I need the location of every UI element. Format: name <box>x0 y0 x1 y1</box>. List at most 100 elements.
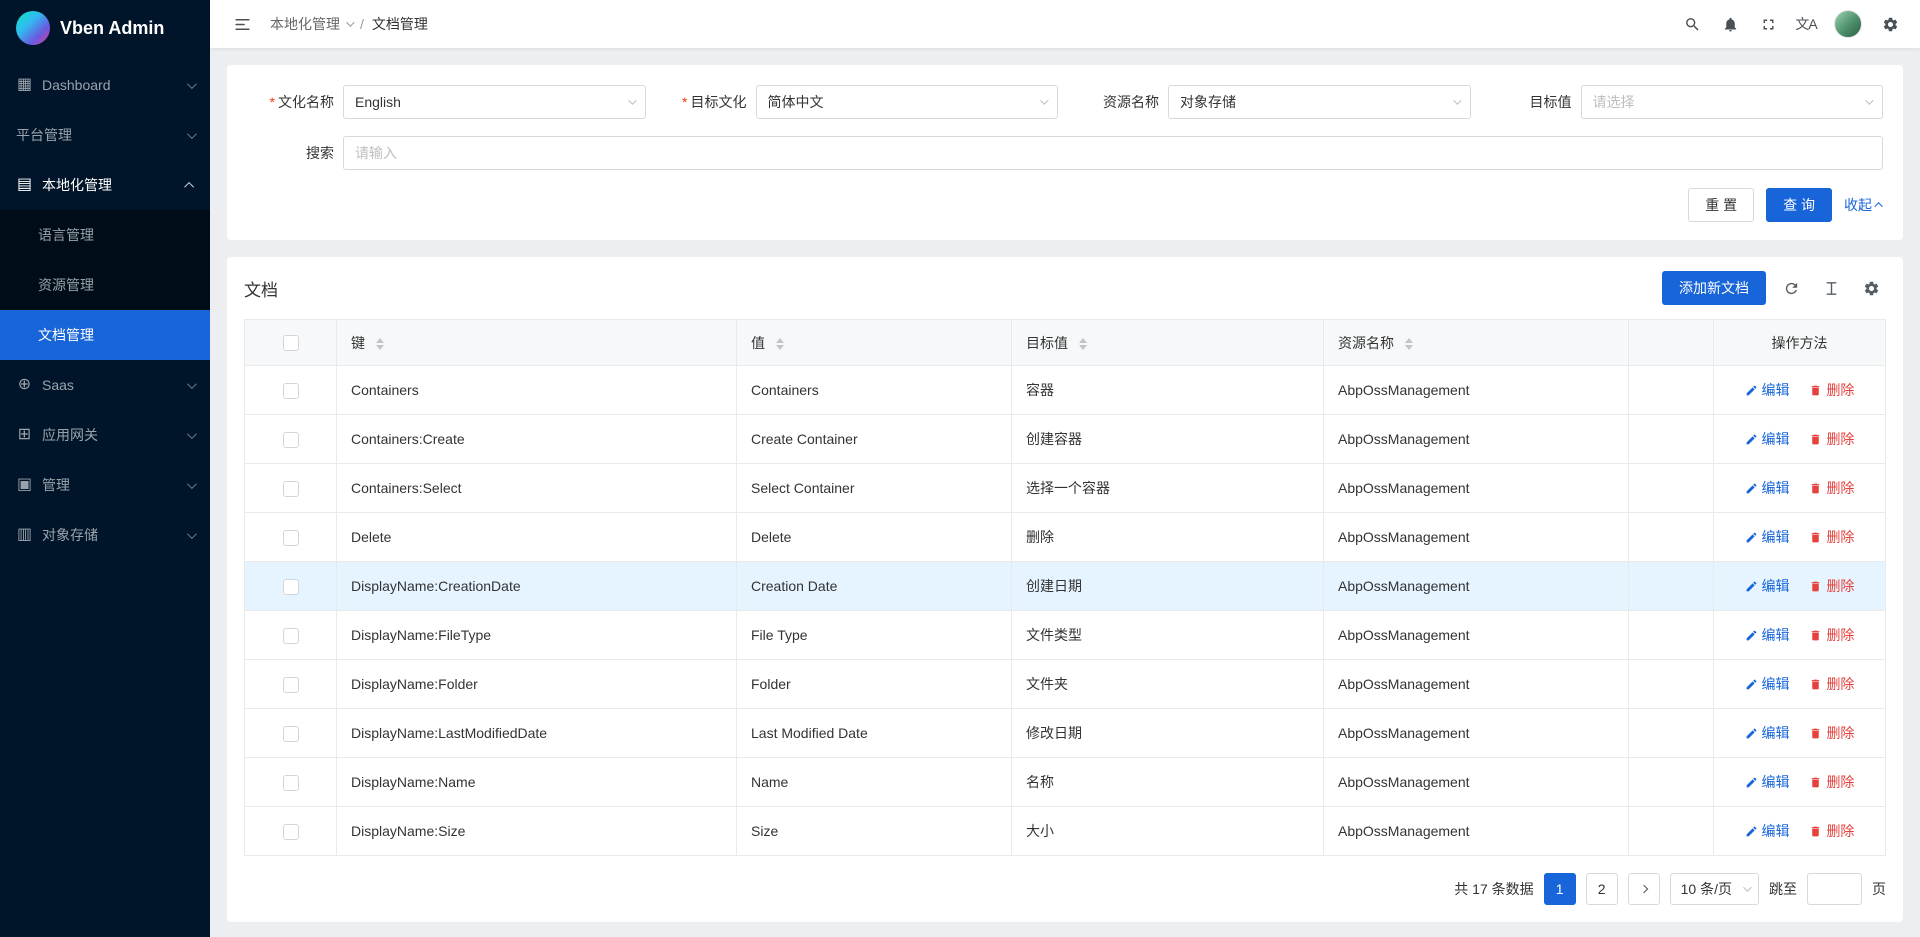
bell-icon[interactable] <box>1712 6 1748 42</box>
search-icon[interactable] <box>1674 6 1710 42</box>
culture-name-select[interactable]: English <box>343 85 646 119</box>
menu-fold-icon[interactable] <box>224 6 260 42</box>
delete-button[interactable]: 删除 <box>1809 478 1854 498</box>
edit-button[interactable]: 编辑 <box>1745 625 1790 645</box>
sidebar-item-resource-management[interactable]: 资源管理 <box>0 260 210 310</box>
sidebar-item-platform-management[interactable]: 平台管理 <box>0 110 210 160</box>
delete-button[interactable]: 删除 <box>1809 380 1854 400</box>
edit-button[interactable]: 编辑 <box>1745 821 1790 841</box>
edit-button[interactable]: 编辑 <box>1745 723 1790 743</box>
sidebar-item-management[interactable]: ▣ 管理 <box>0 460 210 510</box>
avatar[interactable] <box>1834 10 1862 38</box>
cell-target: 删除 <box>1012 513 1324 562</box>
cell-value: File Type <box>737 611 1012 660</box>
delete-button[interactable]: 删除 <box>1809 576 1854 596</box>
delete-button[interactable]: 删除 <box>1809 723 1854 743</box>
header-actions: 文A <box>1674 6 1908 42</box>
cell-value: Size <box>737 807 1012 856</box>
row-checkbox[interactable] <box>283 432 299 448</box>
column-header-key[interactable]: 键 <box>337 320 737 366</box>
chevron-up-icon <box>1874 202 1882 210</box>
sidebar-item-document-management[interactable]: 文档管理 <box>0 310 210 360</box>
edit-label: 编辑 <box>1762 723 1790 743</box>
column-header-target[interactable]: 目标值 <box>1012 320 1324 366</box>
cell-resource: AbpOssManagement <box>1324 709 1629 758</box>
trash-icon <box>1809 629 1822 642</box>
cell-resource: AbpOssManagement <box>1324 562 1629 611</box>
filter-form: *文化名称 English *目标文化 简体中文 <box>247 85 1883 170</box>
cell-empty <box>1629 415 1714 464</box>
sidebar-item-localization-management[interactable]: ▤ 本地化管理 <box>0 160 210 210</box>
row-checkbox[interactable] <box>283 824 299 840</box>
next-page-button[interactable] <box>1628 873 1660 905</box>
row-checkbox[interactable] <box>283 481 299 497</box>
edit-button[interactable]: 编辑 <box>1745 429 1790 449</box>
trash-icon <box>1809 433 1822 446</box>
page-button-1[interactable]: 1 <box>1544 873 1576 905</box>
edit-button[interactable]: 编辑 <box>1745 576 1790 596</box>
column-height-icon[interactable] <box>1816 273 1846 303</box>
translate-icon[interactable]: 文A <box>1788 6 1824 42</box>
add-document-button[interactable]: 添加新文档 <box>1662 271 1766 305</box>
sidebar-item-dashboard[interactable]: ▦ Dashboard <box>0 60 210 110</box>
cell-key: Containers:Select <box>337 464 737 513</box>
delete-button[interactable]: 删除 <box>1809 772 1854 792</box>
resource-name-select[interactable]: 对象存储 <box>1168 85 1471 119</box>
delete-button[interactable]: 删除 <box>1809 527 1854 547</box>
table-row: Containers:Select Select Container 选择一个容… <box>245 464 1886 513</box>
jump-to-input[interactable] <box>1807 873 1862 905</box>
cell-value: Delete <box>737 513 1012 562</box>
edit-button[interactable]: 编辑 <box>1745 772 1790 792</box>
column-header-value[interactable]: 值 <box>737 320 1012 366</box>
row-checkbox[interactable] <box>283 628 299 644</box>
edit-button[interactable]: 编辑 <box>1745 527 1790 547</box>
edit-button[interactable]: 编辑 <box>1745 380 1790 400</box>
edit-pencil-icon <box>1745 825 1758 838</box>
page-size-select[interactable]: 10 条/页 <box>1670 873 1759 905</box>
sidebar-item-app-gateway[interactable]: ⊞ 应用网关 <box>0 410 210 460</box>
cell-actions: 编辑 删除 <box>1714 366 1886 415</box>
collapse-link[interactable]: 收起 <box>1844 195 1883 215</box>
fullscreen-icon[interactable] <box>1750 6 1786 42</box>
column-header-resource[interactable]: 资源名称 <box>1324 320 1629 366</box>
table-settings-icon[interactable] <box>1856 273 1886 303</box>
row-checkbox[interactable] <box>283 775 299 791</box>
target-culture-select[interactable]: 简体中文 <box>756 85 1059 119</box>
trash-icon <box>1809 384 1822 397</box>
field-label: *目标文化 <box>660 92 756 112</box>
delete-button[interactable]: 删除 <box>1809 429 1854 449</box>
chevron-down-icon <box>1865 96 1873 104</box>
edit-button[interactable]: 编辑 <box>1745 478 1790 498</box>
delete-button[interactable]: 删除 <box>1809 625 1854 645</box>
select-all-checkbox[interactable] <box>283 335 299 351</box>
reset-button[interactable]: 重 置 <box>1688 188 1754 222</box>
cell-value: Select Container <box>737 464 1012 513</box>
row-checkbox[interactable] <box>283 530 299 546</box>
row-checkbox[interactable] <box>283 579 299 595</box>
page-button-2[interactable]: 2 <box>1586 873 1618 905</box>
search-input[interactable] <box>343 136 1883 170</box>
sidebar-item-saas[interactable]: ⊕ Saas <box>0 360 210 410</box>
sidebar-item-label: 管理 <box>42 475 178 495</box>
breadcrumb-parent[interactable]: 本地化管理 <box>270 14 352 34</box>
cell-value: Folder <box>737 660 1012 709</box>
trash-icon <box>1809 482 1822 495</box>
sidebar-item-object-storage[interactable]: ▥ 对象存储 <box>0 510 210 560</box>
edit-button[interactable]: 编辑 <box>1745 674 1790 694</box>
edit-pencil-icon <box>1745 727 1758 740</box>
row-checkbox[interactable] <box>283 726 299 742</box>
delete-button[interactable]: 删除 <box>1809 821 1854 841</box>
sidebar-item-label: Dashboard <box>42 77 178 93</box>
refresh-icon[interactable] <box>1776 273 1806 303</box>
cell-key: Containers:Create <box>337 415 737 464</box>
app-logo[interactable]: Vben Admin <box>0 0 210 56</box>
query-button[interactable]: 查 询 <box>1766 188 1832 222</box>
row-checkbox[interactable] <box>283 677 299 693</box>
row-checkbox[interactable] <box>283 383 299 399</box>
target-value-select[interactable]: 请选择 <box>1581 85 1884 119</box>
settings-gear-icon[interactable] <box>1872 6 1908 42</box>
sort-icon <box>376 338 384 350</box>
cell-empty <box>1629 660 1714 709</box>
delete-button[interactable]: 删除 <box>1809 674 1854 694</box>
sidebar-item-language-management[interactable]: 语言管理 <box>0 210 210 260</box>
